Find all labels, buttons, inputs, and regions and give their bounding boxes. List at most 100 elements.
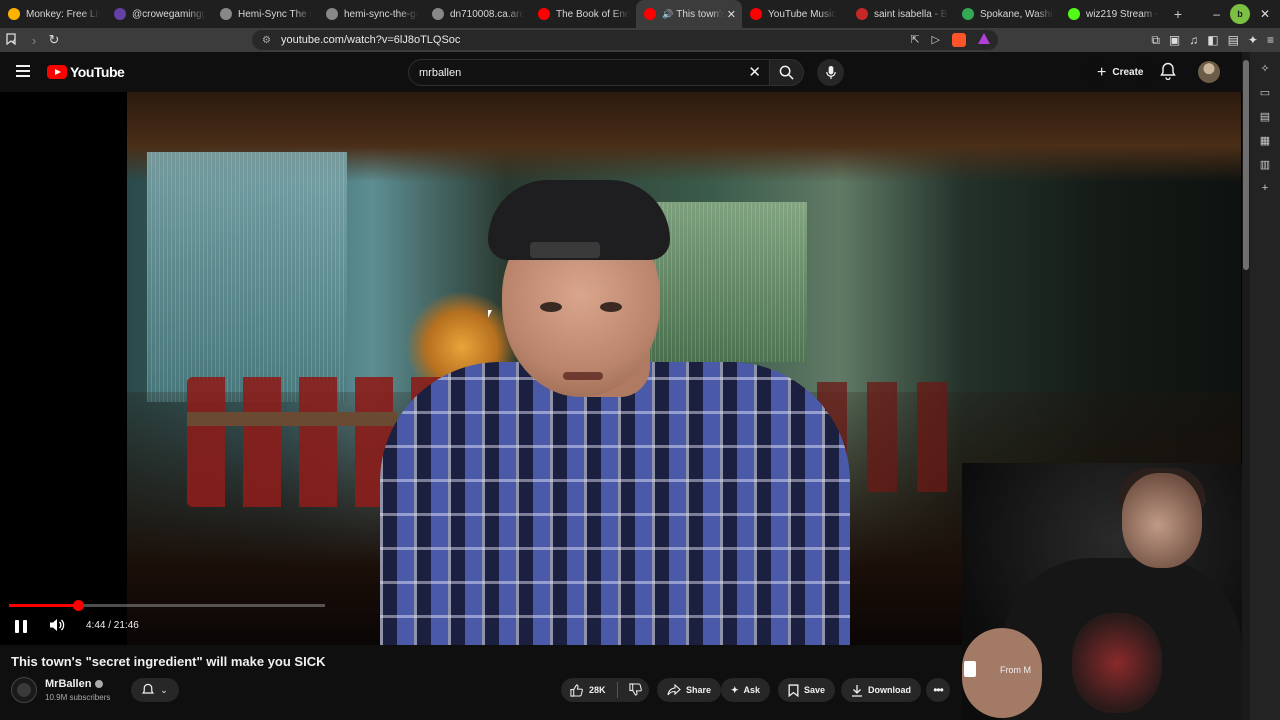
- history-side-icon[interactable]: ▥: [1260, 158, 1270, 174]
- leo-icon[interactable]: ✦: [1248, 33, 1258, 47]
- close-window-icon[interactable]: ✕: [1260, 7, 1270, 21]
- channel-avatar[interactable]: [11, 677, 37, 703]
- create-button[interactable]: + Create: [1087, 60, 1154, 85]
- like-dislike-group: 28K: [561, 678, 649, 702]
- close-tab-icon[interactable]: ✕: [724, 8, 736, 21]
- tab-favicon-icon: [326, 8, 338, 20]
- tab-favicon-icon: [750, 8, 762, 20]
- save-bookmark-icon: [788, 683, 799, 697]
- browser-side-panel: ✧ ▭ ▤ ▦ ▥ +: [1250, 52, 1280, 720]
- save-button[interactable]: Save: [778, 678, 836, 702]
- browser-tab[interactable]: The Book of Enoc: [530, 0, 636, 28]
- reading-list-icon[interactable]: ▭: [1260, 86, 1270, 102]
- browser-tab[interactable]: YouTube Music: [742, 0, 848, 28]
- download-label: Download: [868, 685, 911, 695]
- brave-rewards-icon[interactable]: [978, 33, 990, 44]
- tab-title: YouTube Music: [768, 8, 837, 20]
- bookmark-icon[interactable]: [6, 32, 16, 48]
- new-tab-icon[interactable]: +: [1166, 6, 1190, 22]
- tab-search-icon[interactable]: ▣: [1169, 33, 1180, 47]
- browser-tab[interactable]: @crowegaminggg: [106, 0, 212, 28]
- share-icon: [667, 684, 681, 696]
- forward-icon[interactable]: ›: [24, 33, 44, 48]
- volume-icon[interactable]: [49, 618, 65, 637]
- microphone-icon: [825, 65, 836, 80]
- tab-title: saint isabella - Br: [874, 8, 948, 20]
- extensions-icon[interactable]: ⧉: [1151, 33, 1160, 48]
- media-icon[interactable]: ♫: [1189, 33, 1198, 47]
- player-controls: 4:44 / 21:46: [0, 612, 400, 640]
- tab-title: This town's: [676, 8, 724, 20]
- more-actions-icon[interactable]: •••: [926, 678, 950, 702]
- tab-title: Monkey: Free Live: [26, 8, 100, 20]
- send-icon[interactable]: ▷: [932, 33, 940, 47]
- browser-tab[interactable]: Spokane, Washin: [954, 0, 1060, 28]
- reload-icon[interactable]: ↻: [44, 32, 64, 48]
- browser-tab[interactable]: saint isabella - Br: [848, 0, 954, 28]
- browser-tab[interactable]: wiz219 Stream - V: [1060, 0, 1166, 28]
- tab-title: wiz219 Stream - V: [1086, 8, 1160, 20]
- youtube-logo-text: YouTube: [70, 64, 125, 80]
- ask-button[interactable]: ✦ Ask: [721, 678, 771, 702]
- seek-handle[interactable]: [72, 600, 84, 611]
- url-text: youtube.com/watch?v=6lJ8oTLQSoc: [280, 34, 461, 46]
- dislike-button[interactable]: [628, 682, 642, 698]
- window-controls: – b ✕: [1213, 0, 1280, 28]
- plus-icon: +: [1097, 63, 1107, 81]
- mouse-cursor: [488, 310, 492, 318]
- clear-search-icon[interactable]: ✕: [748, 63, 761, 81]
- tab-favicon-icon: [114, 8, 126, 20]
- bookmarks-side-icon[interactable]: ▦: [1260, 134, 1270, 150]
- bell-icon: [142, 683, 155, 694]
- tab-title: dn710008.ca.arch: [450, 8, 524, 20]
- browser-tab[interactable]: Hemi-Sync The Ga: [212, 0, 318, 28]
- youtube-play-icon: [47, 65, 67, 79]
- page-scrollbar[interactable]: [1242, 52, 1250, 720]
- pause-icon[interactable]: [15, 620, 27, 633]
- browser-tab[interactable]: 🔊 This town's ✕: [636, 0, 742, 28]
- tab-favicon-icon: [432, 8, 444, 20]
- leo-ai-icon[interactable]: ✧: [1260, 62, 1269, 78]
- add-side-panel-icon[interactable]: +: [1262, 182, 1268, 198]
- create-label: Create: [1112, 67, 1144, 78]
- search-button[interactable]: [770, 59, 804, 86]
- channel-name: MrBallen: [45, 678, 92, 690]
- seek-bar[interactable]: [9, 600, 325, 611]
- share-label: Share: [686, 685, 712, 695]
- brave-shields-icon[interactable]: [952, 33, 966, 47]
- open-in-app-icon[interactable]: ⇱: [910, 33, 919, 47]
- browser-tab[interactable]: dn710008.ca.arch: [424, 0, 530, 28]
- sidebar-toggle-icon[interactable]: ◧: [1207, 33, 1218, 47]
- notifications-bell-icon[interactable]: [1160, 62, 1176, 85]
- profile-extension-icon[interactable]: b: [1229, 4, 1250, 24]
- video-title: This town's "secret ingredient" will mak…: [11, 654, 326, 669]
- youtube-logo[interactable]: YouTube: [47, 64, 125, 80]
- address-bar[interactable]: ⚙ youtube.com/watch?v=6lJ8oTLQSoc ⇱ ▷: [6, 30, 998, 50]
- like-count: 28K: [589, 685, 606, 695]
- browser-tab[interactable]: hemi-sync-the-ga: [318, 0, 424, 28]
- subscribed-notifications-button[interactable]: ⌄: [131, 678, 179, 702]
- menu-icon[interactable]: ≡: [1267, 33, 1274, 47]
- minimize-icon[interactable]: –: [1213, 7, 1220, 21]
- scrollbar-thumb[interactable]: [1243, 60, 1249, 270]
- presenter: [380, 132, 850, 645]
- voice-search-button[interactable]: [817, 59, 844, 86]
- account-avatar[interactable]: [1198, 61, 1220, 83]
- tab-audio-icon[interactable]: 🔊: [662, 9, 673, 20]
- tab-title: The Book of Enoc: [556, 8, 630, 20]
- thumbs-down-icon: [628, 682, 642, 696]
- verified-badge-icon: [95, 680, 104, 688]
- guide-menu-icon[interactable]: [16, 65, 30, 77]
- search-icon: [779, 65, 794, 80]
- browser-tab[interactable]: Monkey: Free Live: [0, 0, 106, 28]
- share-button[interactable]: Share: [657, 678, 722, 702]
- channel-name-link[interactable]: MrBallen: [45, 678, 104, 690]
- search-input[interactable]: mrballen ✕: [408, 59, 770, 86]
- wallet-icon[interactable]: ▤: [1228, 33, 1239, 47]
- like-button[interactable]: 28K: [561, 678, 606, 702]
- wallet-side-icon[interactable]: ▤: [1260, 110, 1270, 126]
- tab-title: Spokane, Washin: [980, 8, 1054, 20]
- download-button[interactable]: Download: [841, 678, 921, 702]
- time-display: 4:44 / 21:46: [86, 620, 139, 631]
- site-info-icon[interactable]: ⚙: [262, 35, 271, 46]
